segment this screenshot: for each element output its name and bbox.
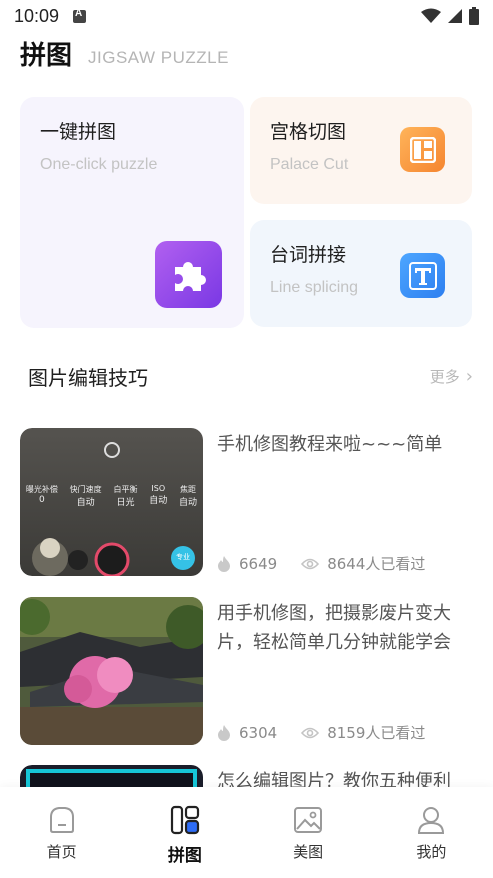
status-time: 10:09 bbox=[14, 5, 60, 26]
notification-a-icon bbox=[73, 8, 87, 23]
flame-icon bbox=[218, 724, 230, 741]
page-title: 拼图 bbox=[20, 41, 73, 71]
views-count: 8644人已看过 bbox=[327, 555, 426, 573]
status-bar: 10:09 bbox=[0, 0, 493, 32]
puzzle-icon bbox=[155, 241, 222, 308]
section-title: 图片编辑技巧 bbox=[28, 366, 148, 390]
article-stats: 6304 8159人已看过 bbox=[217, 722, 425, 743]
views-stat: 8644人已看过 bbox=[301, 553, 425, 574]
tab-label: 拼图 bbox=[167, 846, 202, 866]
likes-count: 6304 bbox=[239, 723, 278, 742]
image-icon bbox=[294, 807, 323, 833]
bottom-tab-bar: 首页 拼图 美图 我的 bbox=[0, 787, 493, 878]
tab-label: 美图 bbox=[293, 843, 324, 861]
article-thumbnail bbox=[20, 597, 203, 745]
likes-count: 6649 bbox=[239, 554, 278, 573]
tool-title: 一键拼图 bbox=[40, 121, 117, 143]
article-title: 用手机修图，把摄影废片变大片，轻松简单几分钟就能学会 bbox=[217, 603, 451, 653]
article-thumbnail: 曝光补偿 0 快门速度 自动 白平衡 日光 ISO 自动 焦距 自动 专业 bbox=[20, 428, 203, 576]
article-stats: 6649 8644人已看过 bbox=[217, 553, 425, 574]
page-subtitle: JIGSAW PUZZLE bbox=[88, 48, 229, 67]
tool-subtitle: One-click puzzle bbox=[40, 156, 158, 173]
more-label: 更多 bbox=[429, 368, 460, 386]
pro-mode-label: 专业 bbox=[176, 553, 190, 561]
tab-label: 首页 bbox=[46, 843, 77, 861]
puzzle-layout-icon bbox=[170, 805, 199, 835]
tab-beauty[interactable]: 美图 bbox=[247, 787, 370, 878]
page-header: 拼图 JIGSAW PUZZLE bbox=[20, 32, 229, 72]
one-click-puzzle-card[interactable]: 一键拼图 One-click puzzle bbox=[20, 97, 244, 328]
camera-settings-row: 曝光补偿 0 快门速度 自动 白平衡 日光 ISO 自动 焦距 自动 bbox=[20, 484, 203, 508]
article-card[interactable]: 用手机修图，把摄影废片变大片，轻松简单几分钟就能学会 6304 8159人已看过 bbox=[20, 597, 472, 745]
wifi-icon bbox=[421, 8, 441, 23]
camera-setting: 曝光补偿 0 bbox=[25, 485, 58, 505]
camera-setting: 快门速度 自动 bbox=[69, 485, 102, 508]
battery-icon bbox=[469, 7, 479, 25]
camera-setting: ISO 自动 bbox=[149, 484, 168, 506]
eye-icon bbox=[301, 727, 320, 738]
article-card[interactable]: 曝光补偿 0 快门速度 自动 白平衡 日光 ISO 自动 焦距 自动 专业 手机修图教程来… bbox=[20, 428, 472, 576]
flame-icon bbox=[218, 555, 230, 572]
person-icon bbox=[418, 807, 445, 834]
likes-stat: 6649 bbox=[217, 555, 277, 573]
chevron-right-icon: › bbox=[465, 366, 473, 387]
palace-cut-card[interactable]: 宫格切图 Palace Cut bbox=[250, 97, 472, 204]
cellular-signal-icon bbox=[448, 9, 462, 23]
home-icon bbox=[49, 807, 74, 833]
line-splicing-card[interactable]: 台词拼接 Line splicing bbox=[250, 220, 472, 327]
article-title: 手机修图教程来啦~~~简单 bbox=[217, 434, 443, 455]
more-link[interactable]: 更多 › bbox=[430, 366, 473, 387]
tab-puzzle[interactable]: 拼图 bbox=[123, 787, 246, 878]
grid-layout-icon bbox=[400, 127, 445, 172]
text-t-icon bbox=[400, 253, 445, 298]
status-icons bbox=[421, 7, 479, 25]
tab-label: 我的 bbox=[416, 843, 447, 861]
camera-setting: 焦距 自动 bbox=[179, 485, 198, 508]
views-count: 8159人已看过 bbox=[327, 724, 426, 742]
eye-icon bbox=[301, 558, 320, 569]
likes-stat: 6304 bbox=[217, 724, 277, 742]
views-stat: 8159人已看过 bbox=[301, 722, 425, 743]
tab-mine[interactable]: 我的 bbox=[370, 787, 493, 878]
section-header: 图片编辑技巧 更多 › bbox=[28, 362, 473, 391]
camera-setting: 白平衡 日光 bbox=[113, 485, 138, 508]
tab-home[interactable]: 首页 bbox=[0, 787, 123, 878]
